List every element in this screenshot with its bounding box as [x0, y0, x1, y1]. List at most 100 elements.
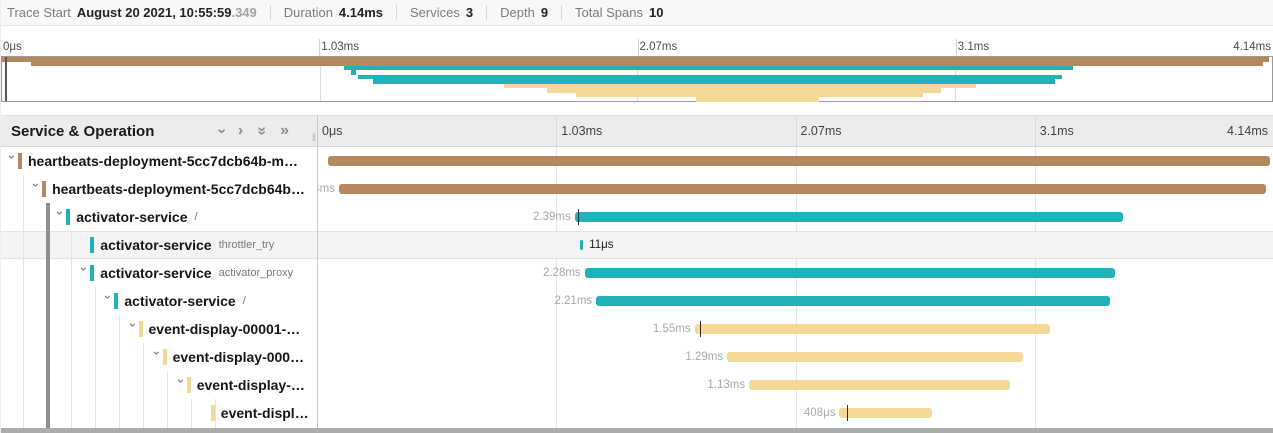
expand-chevron-icon[interactable]: › [151, 351, 163, 363]
span-duration-label: 408μs [804, 407, 836, 419]
span-duration-label: 2.28ms [543, 267, 581, 279]
span-name-cell[interactable]: ›activator-servicethrottler_try [1, 231, 317, 259]
span-timeline-cell[interactable]: 1.29ms [317, 343, 1273, 371]
span-duration-bar[interactable] [749, 380, 1010, 390]
span-duration-bar[interactable] [727, 352, 1023, 362]
span-name-cell[interactable]: ›activator-service/ [1, 287, 317, 315]
expand-chevron-icon[interactable]: › [127, 323, 139, 335]
minimap-span-bar [344, 66, 1073, 71]
total-spans-label: Total Spans [575, 5, 643, 20]
span-name-cell[interactable]: › event-display-000… [1, 343, 317, 371]
horizontal-scrollbar[interactable] [1, 428, 1273, 433]
service-operation-title: Service & Operation [11, 123, 154, 140]
span-log-tick [578, 209, 580, 225]
viewport-scrubber-left[interactable] [5, 57, 7, 101]
span-duration-bar[interactable] [575, 212, 1124, 222]
span-row: › activator-service / 2.39ms [1, 203, 1273, 231]
duration-value: 4.14ms [339, 5, 383, 20]
span-timeline-cell[interactable]: 408μs [317, 399, 1273, 427]
span-duration-label: 1.29ms [685, 351, 723, 363]
span-timeline-cell[interactable]: 2.39ms [317, 203, 1273, 231]
span-name-cell[interactable]: ›event-display-… [1, 371, 317, 399]
ruler-tick-label: 0μs [3, 41, 22, 53]
operation-name: throttler_try [219, 239, 275, 251]
service-name: heartbeats-deployment-5cc7dcb64b-m… [28, 153, 298, 169]
span-duration-bar[interactable] [339, 184, 1266, 194]
span-timeline-cell[interactable]: 2.28ms [317, 259, 1273, 287]
double-chevron-down-icon[interactable]: » [254, 127, 270, 136]
span-name-cell[interactable]: › activator-service / [1, 203, 317, 231]
column-resizer-grip[interactable]: ‖ [312, 133, 315, 144]
expand-chevron-icon[interactable]: › [175, 379, 187, 391]
span-name-cell[interactable]: ›activator-serviceactivator_proxy [1, 259, 317, 287]
span-duration-label: 11μs [589, 239, 613, 251]
column-divider[interactable] [317, 115, 318, 428]
span-name-cell[interactable]: ›event-displ… [1, 399, 317, 427]
total-spans-value: 10 [649, 5, 663, 20]
ruler-tick [956, 39, 957, 56]
span-timeline-cell[interactable]: 1.55ms [317, 315, 1273, 343]
expand-chevron-icon[interactable]: › [54, 211, 66, 223]
trace-summary-bar: Trace Start August 20 2021, 10:55:59.349… [1, 0, 1273, 26]
span-timeline-cell[interactable]: 1.13ms [317, 371, 1273, 399]
span-row: ›event-display-…1.13ms [1, 371, 1273, 399]
span-row: › event-display-000… 1.29ms [1, 343, 1273, 371]
timeline-header: 0μs1.03ms2.07ms3.1ms4.14ms [317, 116, 1273, 146]
operation-name: / [194, 211, 197, 223]
span-duration-bar[interactable] [328, 156, 1270, 166]
trace-start-label: Trace Start [7, 5, 71, 20]
expand-chevron-icon[interactable]: › [78, 267, 90, 279]
span-row: ›activator-serviceactivator_proxy 2.28ms [1, 259, 1273, 287]
service-color-chip [211, 405, 215, 421]
span-table-header: Service & Operation ››»» ‖ 0μs1.03ms2.07… [1, 115, 1273, 147]
ruler-tick [319, 39, 320, 56]
timeline-header-gridline [556, 116, 557, 146]
trace-timeline-view: Trace Start August 20 2021, 10:55:59.349… [0, 0, 1273, 433]
service-name: activator-service [100, 237, 211, 253]
span-timeline-cell[interactable] [317, 147, 1273, 175]
duration-label: Duration [284, 5, 333, 20]
expand-chevron-icon[interactable]: › [30, 183, 42, 195]
timeline-header-label: 0μs [322, 124, 342, 138]
span-duration-label: 2.39ms [533, 211, 571, 223]
span-row: › heartbeats-deployment-5cc7dcb64b-m… [1, 147, 1273, 175]
span-row: › event-display-00001-… 1.55ms [1, 315, 1273, 343]
service-name: event-displ… [221, 405, 309, 421]
service-name: activator-service [76, 209, 187, 225]
services-value: 3 [466, 5, 473, 20]
span-row: ›event-displ… 408μs [1, 399, 1273, 427]
operation-name: / [243, 295, 246, 307]
span-log-tick [700, 321, 702, 337]
expand-collapse-controls: ››»» [219, 123, 289, 139]
ruler-tick [638, 39, 639, 56]
expand-chevron-icon[interactable]: › [6, 155, 18, 167]
double-chevron-right-icon[interactable]: » [280, 123, 289, 139]
minimap-span-bar [696, 97, 819, 102]
span-duration-bar[interactable] [596, 296, 1109, 306]
span-log-tick [847, 405, 849, 421]
trace-minimap[interactable] [1, 56, 1273, 102]
timeline-header-gridline [1035, 116, 1036, 146]
depth-label: Depth [500, 5, 535, 20]
chevron-down-icon[interactable]: › [213, 128, 229, 133]
timeline-header-label: 3.1ms [1040, 124, 1074, 138]
span-duration-bar[interactable] [580, 240, 583, 250]
span-timeline-cell[interactable]: 11μs [317, 231, 1273, 259]
service-name: event-display-00001-… [149, 321, 301, 337]
ruler-tick-label: 4.14ms [1233, 41, 1271, 53]
span-name-cell[interactable]: › event-display-00001-… [1, 315, 317, 343]
services-group: Services 3 [396, 5, 486, 20]
span-timeline-cell[interactable]: 4ms [317, 175, 1273, 203]
span-duration-label: 1.55ms [653, 323, 691, 335]
service-name: event-display-000… [173, 349, 305, 365]
span-timeline-cell[interactable]: 2.21ms [317, 287, 1273, 315]
span-duration-bar[interactable] [839, 408, 932, 418]
span-name-cell[interactable]: › heartbeats-deployment-5cc7dcb64b-m… [1, 147, 317, 175]
expand-chevron-icon[interactable]: › [102, 295, 114, 307]
timeline-header-label: 1.03ms [561, 124, 602, 138]
span-duration-bar[interactable] [585, 268, 1116, 278]
span-name-cell[interactable]: ›heartbeats-deployment-5cc7dcb64b… [1, 175, 317, 203]
span-duration-bar[interactable] [695, 324, 1051, 334]
chevron-right-icon[interactable]: › [238, 123, 243, 139]
operation-name: activator_proxy [219, 267, 294, 279]
